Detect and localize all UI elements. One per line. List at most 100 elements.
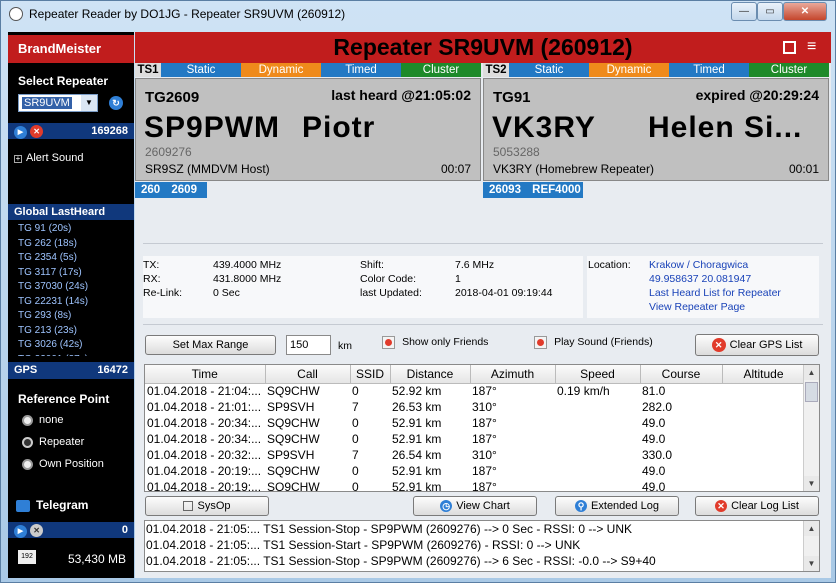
table-cell: 01.04.2018 - 21:01:...: [147, 400, 262, 414]
extended-log-button[interactable]: ⚲ Extended Log: [555, 496, 679, 516]
stop-icon[interactable]: ✕: [30, 524, 44, 537]
table-cell: SQ9CHW: [267, 464, 320, 478]
ts2-tab-dynamic[interactable]: Dynamic: [589, 63, 669, 77]
window-icon[interactable]: [783, 41, 796, 54]
ts1-tab-dynamic[interactable]: Dynamic: [241, 63, 321, 77]
ts1-tab-cluster[interactable]: Cluster: [401, 63, 481, 77]
clear-icon: ✕: [715, 500, 728, 512]
scroll-down-icon[interactable]: ▼: [804, 476, 819, 491]
table-row[interactable]: 01.04.2018 - 20:19:... SQ9CHW 0 52.91 km 187…: [145, 463, 805, 479]
column-header[interactable]: Speed: [555, 365, 641, 384]
view-repeater-page-link[interactable]: View Repeater Page: [649, 301, 745, 313]
lastheard-item[interactable]: TG 22231 (14s): [8, 295, 134, 310]
close-button[interactable]: ✕: [783, 2, 827, 21]
ts1-status: last heard @21:05:02: [331, 87, 471, 103]
ts2-tab-timed[interactable]: Timed: [669, 63, 749, 77]
ref-option-own-position[interactable]: Own Position: [22, 458, 104, 470]
scroll-down-icon[interactable]: ▼: [804, 556, 819, 571]
table-row[interactable]: 01.04.2018 - 20:34:... SQ9CHW 0 52.91 km 187…: [145, 415, 805, 431]
table-cell: SQ9CHW: [267, 432, 320, 446]
search-icon: ⚲: [575, 500, 588, 512]
repeater-header: Repeater SR9UVM (260912) ≡: [135, 32, 831, 63]
title-bar[interactable]: Repeater Reader by DO1JG - Repeater SR9U…: [1, 1, 836, 29]
table-cell: SQ9CHW: [267, 384, 320, 399]
play-sound-checkbox[interactable]: Play Sound (Friends): [534, 336, 653, 349]
table-cell: 52.91 km: [392, 432, 442, 446]
show-friends-checkbox[interactable]: Show only Friends: [382, 336, 488, 349]
table-cell: 52.92 km: [392, 384, 442, 399]
minimize-button[interactable]: —: [731, 2, 757, 21]
log-entry[interactable]: 01.04.2018 - 21:05:... TS1 Session-Stop …: [146, 521, 819, 537]
lastheard-item[interactable]: TG 22001 (37s): [8, 353, 134, 357]
play-icon[interactable]: ▶: [14, 126, 27, 139]
column-header[interactable]: Time: [145, 365, 266, 384]
lastheard-item[interactable]: TG 3117 (17s): [8, 266, 134, 281]
lastheard-item[interactable]: TG 91 (20s): [8, 222, 134, 237]
menu-icon[interactable]: ≡: [807, 38, 816, 56]
coordinates[interactable]: 49.958637 20.081947: [649, 273, 751, 285]
last-heard-list-link[interactable]: Last Heard List for Repeater: [649, 287, 781, 299]
column-header[interactable]: SSID: [350, 365, 391, 384]
table-row[interactable]: 01.04.2018 - 20:32:... SP9SVH 7 26.54 km 310…: [145, 447, 805, 463]
lastheard-item[interactable]: TG 293 (8s): [8, 309, 134, 324]
stop-icon[interactable]: ✕: [30, 125, 44, 138]
clear-gps-button[interactable]: ✕ Clear GPS List: [695, 334, 819, 356]
lastheard-item[interactable]: TG 213 (23s): [8, 324, 134, 339]
location-value[interactable]: Krakow / Choragwica: [649, 259, 748, 271]
lastheard-item[interactable]: TG 2354 (5s): [8, 251, 134, 266]
repeater-info: TX: 439.4000 MHz RX: 431.8000 MHz Re-Lin…: [143, 256, 583, 318]
table-cell: SQ9CHW: [267, 480, 320, 492]
refresh-icon[interactable]: ↻: [109, 96, 123, 110]
column-header[interactable]: Altitude: [722, 365, 806, 384]
column-header[interactable]: Call: [265, 365, 351, 384]
log-scrollbar[interactable]: ▲ ▼: [803, 521, 819, 571]
scroll-up-icon[interactable]: ▲: [804, 365, 819, 380]
table-cell: 81.0: [642, 384, 666, 399]
column-header[interactable]: Course: [640, 365, 723, 384]
select-repeater-title: Select Repeater: [18, 74, 109, 88]
lastheard-item[interactable]: TG 37030 (24s): [8, 280, 134, 295]
clock-icon: ◷: [440, 500, 453, 512]
scroll-thumb[interactable]: [805, 382, 818, 402]
log-list: 01.04.2018 - 21:05:... TS1 Session-Stop …: [145, 521, 819, 569]
alert-sound-toggle[interactable]: + Alert Sound: [14, 152, 83, 164]
log-entry[interactable]: 01.04.2018 - 21:05:... TS1 Session-Start…: [146, 537, 819, 553]
range-input[interactable]: 150: [286, 335, 331, 355]
set-max-range-button[interactable]: Set Max Range: [145, 335, 276, 355]
table-row[interactable]: 01.04.2018 - 20:34:... SQ9CHW 0 52.91 km 187…: [145, 431, 805, 447]
checkbox-icon: [382, 336, 395, 349]
table-cell: 187°: [472, 384, 497, 399]
telegram-label: Telegram: [36, 498, 89, 512]
id-count-bar: ▶ ✕ 169268: [8, 123, 134, 139]
sysop-button[interactable]: SysOp: [145, 496, 269, 516]
restore-button[interactable]: ▭: [757, 2, 783, 21]
ref-option-none[interactable]: none: [22, 414, 63, 426]
table-cell: 187°: [472, 464, 497, 478]
tx-value: 439.4000 MHz: [213, 259, 282, 271]
lastheard-item[interactable]: TG 262 (18s): [8, 237, 134, 252]
table-cell: 52.91 km: [392, 416, 442, 430]
table-row[interactable]: 01.04.2018 - 21:04:... SQ9CHW 0 52.92 km 187…: [145, 383, 805, 399]
ts1-tab-static[interactable]: Static: [161, 63, 241, 77]
ts2-tab-cluster[interactable]: Cluster: [749, 63, 829, 77]
log-entry[interactable]: 01.04.2018 - 21:05:... TS1 Session-Stop …: [146, 553, 819, 569]
table-cell: 01.04.2018 - 20:34:...: [147, 432, 262, 446]
clear-log-button[interactable]: ✕ Clear Log List: [695, 496, 819, 516]
scroll-up-icon[interactable]: ▲: [804, 521, 819, 536]
ts1-tab-timed[interactable]: Timed: [321, 63, 401, 77]
table-row[interactable]: 01.04.2018 - 21:01:... SP9SVH 7 26.53 km 310…: [145, 399, 805, 415]
view-chart-button[interactable]: ◷ View Chart: [413, 496, 537, 516]
lastheard-item[interactable]: TG 3026 (42s): [8, 338, 134, 353]
column-header[interactable]: Azimuth: [470, 365, 556, 384]
storage-value: 53,430 MB: [67, 552, 126, 566]
table-row[interactable]: 01.04.2018 - 20:19:... SQ9CHW 0 52.91 km 187…: [145, 479, 805, 492]
ref-option-repeater[interactable]: Repeater: [22, 436, 84, 448]
gps-scrollbar[interactable]: ▲ ▼: [803, 365, 819, 491]
global-lastheard-title: Global LastHeard: [8, 204, 134, 220]
column-header[interactable]: Distance: [390, 365, 471, 384]
play-icon[interactable]: ▶: [14, 525, 27, 538]
repeater-select[interactable]: SR9UVM ▼: [18, 94, 98, 112]
ts2-tab-static[interactable]: Static: [509, 63, 589, 77]
ts1-label: TS1: [135, 63, 161, 77]
id-count: 169268: [91, 125, 128, 137]
